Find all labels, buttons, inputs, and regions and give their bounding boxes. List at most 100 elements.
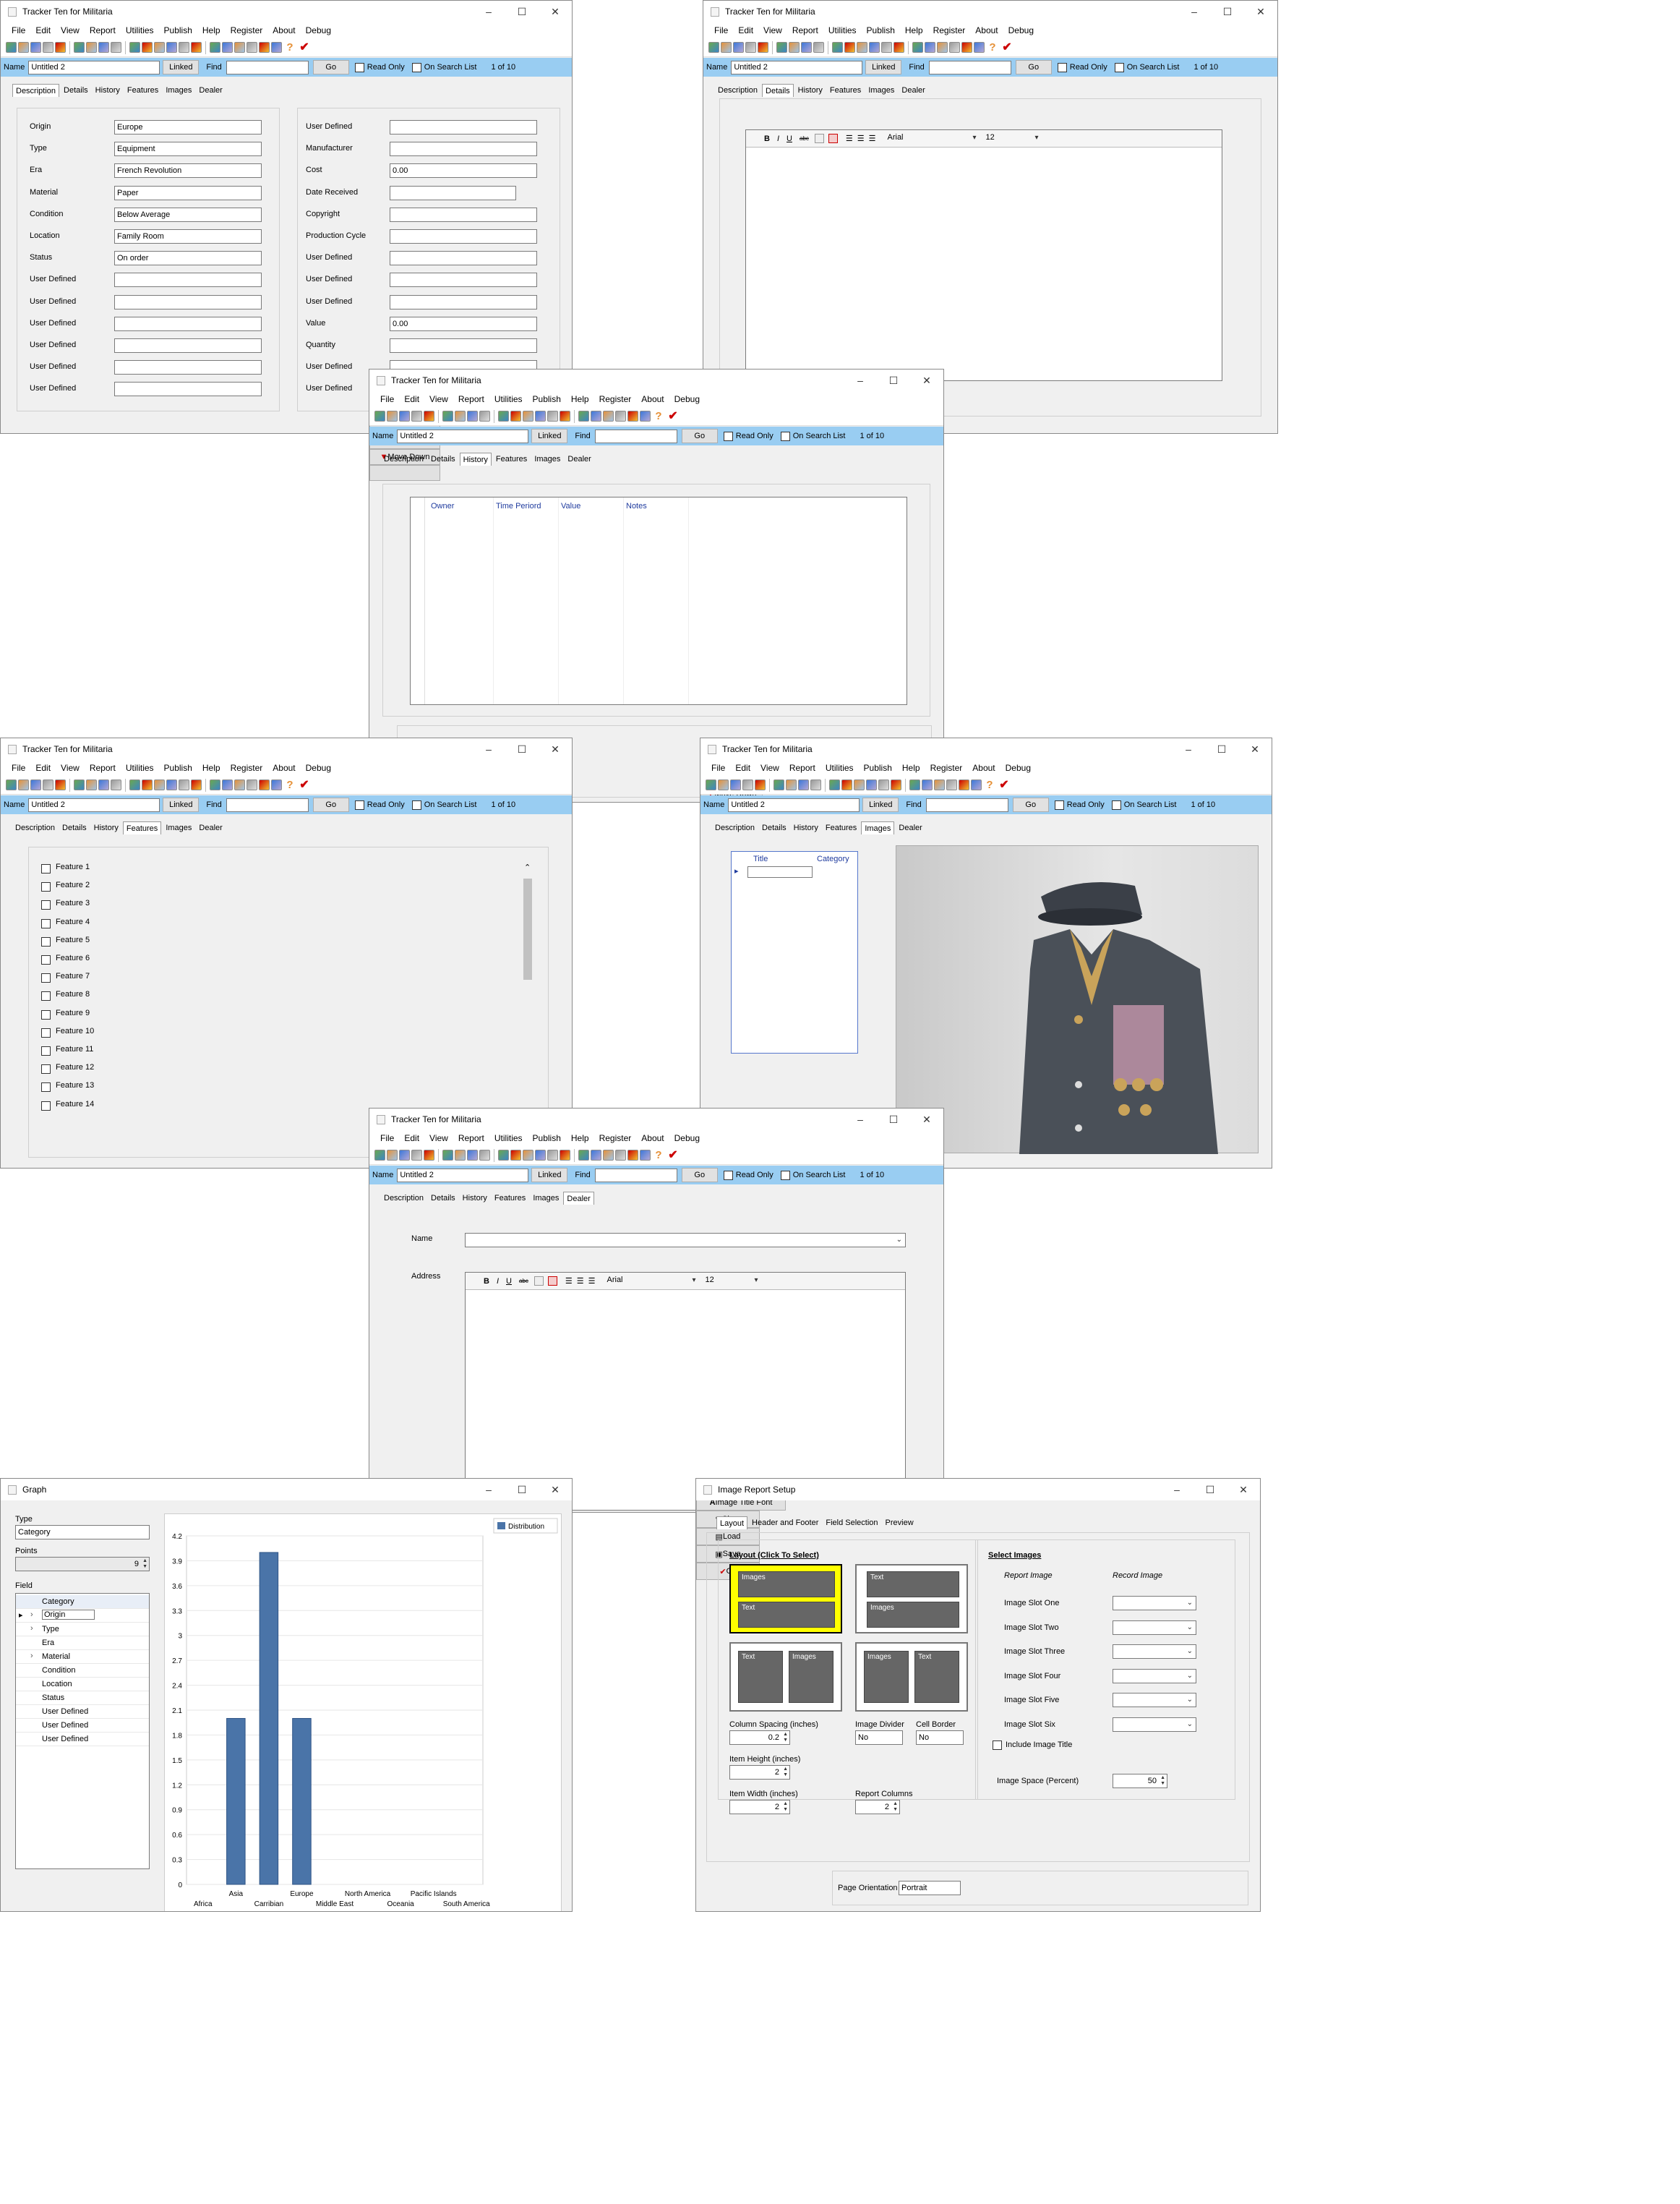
tab-images[interactable]: Images (531, 453, 563, 466)
on-search-list-checkbox[interactable] (1114, 62, 1124, 72)
menu-item[interactable]: Help (905, 25, 923, 35)
toolbar-tool-icon[interactable] (603, 411, 614, 422)
edit-icon-button[interactable] (369, 465, 440, 481)
toolbar-tool-icon[interactable] (832, 42, 843, 53)
help-icon[interactable]: ? (984, 779, 995, 791)
maximize-button[interactable]: ☐ (1193, 1479, 1227, 1500)
toolbar-tool-icon[interactable] (535, 411, 546, 422)
tab-features[interactable]: Features (493, 453, 530, 466)
toolbar-tool-icon[interactable] (523, 411, 533, 422)
menu-item[interactable]: Help (571, 394, 589, 404)
tab-description[interactable]: Description (12, 821, 58, 834)
name-input[interactable]: Untitled 2 (731, 60, 863, 74)
field-input[interactable]: Below Average (114, 207, 262, 222)
field-row[interactable]: ▸ › Origin (16, 1609, 149, 1623)
check-icon[interactable]: ✔ (1001, 41, 1013, 54)
toolbar-tool-icon[interactable] (191, 42, 202, 53)
go-button[interactable]: Go (1015, 60, 1052, 74)
menu-item[interactable]: Publish (533, 394, 561, 404)
images-column-header[interactable]: Category (817, 855, 849, 863)
check-icon[interactable]: ✔ (667, 410, 679, 422)
toolbar-tool-icon[interactable] (603, 1150, 614, 1161)
toolbar-tool-icon[interactable] (640, 1150, 651, 1161)
field-input[interactable] (114, 382, 262, 397)
close-button[interactable]: ✕ (1244, 1, 1277, 22)
field-input[interactable] (390, 338, 537, 353)
menu-item[interactable]: Utilities (494, 394, 523, 404)
minimize-button[interactable]: – (472, 1479, 505, 1500)
menu-item[interactable]: About (641, 1133, 664, 1143)
menu-item[interactable]: Publish (867, 25, 895, 35)
feature-checkbox[interactable] (41, 1082, 51, 1093)
field-row[interactable]: User Defined (16, 1733, 149, 1746)
toolbar-tool-icon[interactable] (86, 779, 97, 790)
toolbar-tool-icon[interactable] (866, 779, 877, 790)
field-input[interactable] (390, 251, 537, 266)
images-grid[interactable]: Title Category ▸ (731, 851, 858, 1054)
go-button[interactable]: Go (1012, 798, 1049, 812)
strike-button[interactable]: abc (800, 135, 809, 142)
field-input[interactable] (390, 229, 537, 244)
toolbar-tool-icon[interactable] (424, 411, 434, 422)
toolbar-tool-icon[interactable] (591, 411, 601, 422)
on-search-list-checkbox[interactable] (780, 1170, 790, 1180)
minimize-button[interactable]: – (472, 738, 505, 760)
expand-icon[interactable]: › (30, 1624, 33, 1633)
field-input[interactable] (114, 273, 262, 288)
close-button[interactable]: ✕ (539, 1479, 572, 1500)
maximize-button[interactable]: ☐ (505, 1, 539, 22)
toolbar-tool-icon[interactable] (755, 779, 766, 790)
toolbar-tool-icon[interactable] (841, 779, 852, 790)
toolbar-tool-icon[interactable] (959, 779, 969, 790)
toolbar-tool-icon[interactable] (18, 779, 29, 790)
find-input[interactable] (925, 798, 1008, 812)
toolbar-tool-icon[interactable] (961, 42, 972, 53)
toolbar-tool-icon[interactable] (946, 779, 957, 790)
toolbar-tool-icon[interactable] (55, 42, 66, 53)
toolbar-tool-icon[interactable] (971, 779, 982, 790)
title-bar[interactable]: Tracker Ten for Militaria – ☐ ✕ (1, 1, 572, 22)
toolbar-tool-icon[interactable] (154, 779, 165, 790)
tab-history[interactable]: History (91, 821, 121, 834)
maximize-button[interactable]: ☐ (1205, 738, 1238, 760)
toolbar-tool-icon[interactable] (166, 42, 177, 53)
menu-item[interactable]: Help (202, 763, 220, 773)
feature-checkbox[interactable] (41, 955, 51, 965)
toolbar-tool-icon[interactable] (98, 779, 109, 790)
tab-description[interactable]: Description (381, 1192, 427, 1205)
tab-history[interactable]: History (93, 84, 123, 97)
toolbar-tool-icon[interactable] (6, 42, 17, 53)
close-button[interactable]: ✕ (910, 1109, 943, 1130)
toolbar-tool-icon[interactable] (399, 1150, 410, 1161)
menu-item[interactable]: Publish (864, 763, 892, 773)
toolbar-tool-icon[interactable] (912, 42, 923, 53)
history-grid[interactable]: Owner Time Periord Value Notes (410, 497, 907, 705)
toolbar-tool-icon[interactable] (854, 779, 865, 790)
toolbar-tool-icon[interactable] (74, 42, 85, 53)
linked-button[interactable]: Linked (531, 429, 568, 443)
color-icon[interactable] (547, 1276, 557, 1286)
toolbar-tool-icon[interactable] (411, 1150, 422, 1161)
on-search-list-checkbox[interactable] (780, 431, 790, 441)
page-orientation-select[interactable]: Portrait (899, 1881, 961, 1895)
image-slot-select[interactable]: ⌄ (1113, 1596, 1196, 1610)
history-column-header[interactable]: Value (561, 502, 580, 511)
menu-item[interactable]: Utilities (494, 1133, 523, 1143)
menu-item[interactable]: Register (599, 394, 632, 404)
image-divider-select[interactable]: No (855, 1730, 903, 1745)
minimize-button[interactable]: – (844, 1109, 877, 1130)
toolbar-tool-icon[interactable] (881, 42, 892, 53)
field-input[interactable]: Paper (114, 185, 262, 200)
image-title-input[interactable] (747, 866, 813, 878)
menu-item[interactable]: Debug (1008, 25, 1034, 35)
toolbar-tool-icon[interactable] (869, 42, 880, 53)
menu-item[interactable]: Publish (533, 1133, 561, 1143)
menu-item[interactable]: Utilities (828, 25, 857, 35)
go-button[interactable]: Go (312, 60, 349, 74)
toolbar-tool-icon[interactable] (247, 779, 257, 790)
menu-item[interactable]: Register (599, 1133, 632, 1143)
feature-checkbox[interactable] (41, 1101, 51, 1111)
spinner-arrows-icon[interactable]: ▲ ▼ (783, 1801, 788, 1813)
tab-dealer[interactable]: Dealer (896, 821, 925, 834)
toolbar-tool-icon[interactable] (111, 42, 121, 53)
